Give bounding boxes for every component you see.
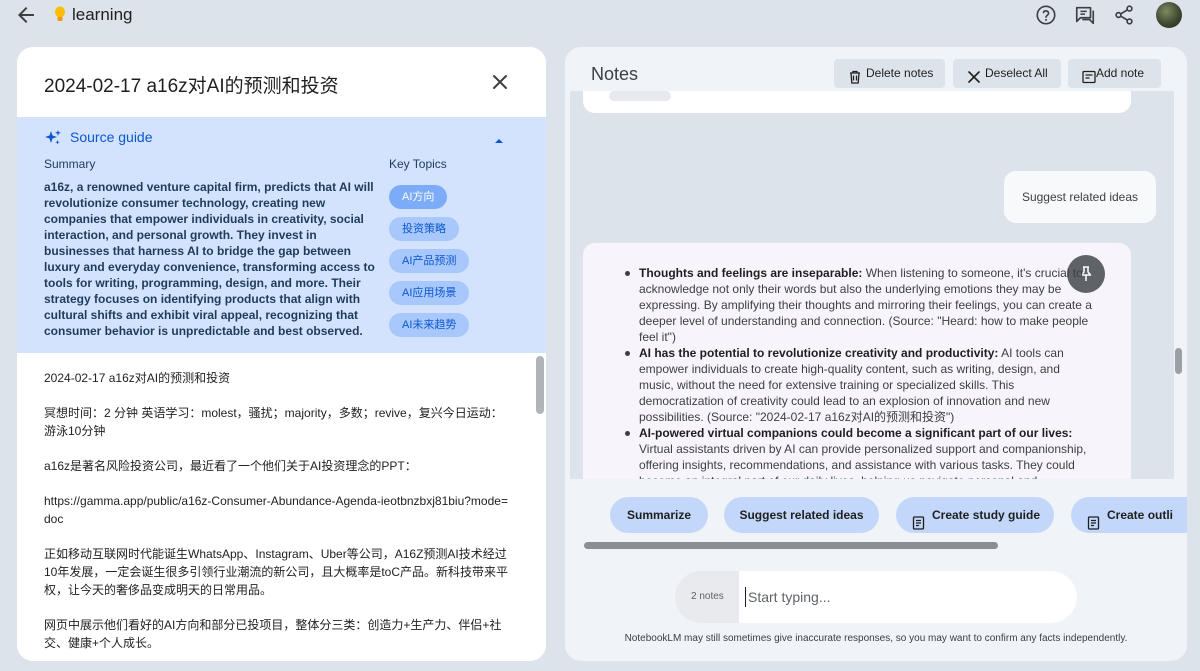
chat-input-bar: 2 notes <box>675 571 1077 623</box>
list-item: Thoughts and feelings are inseparable: W… <box>625 265 1095 345</box>
add-note-button[interactable]: Add note <box>1068 59 1161 88</box>
source-panel: 2024-02-17 a16z对AI的预测和投资 Source guide Su… <box>17 47 546 661</box>
content-paragraph: 冥想时间：2 分钟 英语学习：molest，骚扰；majority，多数；rev… <box>44 406 503 438</box>
scrollbar[interactable] <box>1175 348 1182 374</box>
summary-label: Summary <box>44 157 96 171</box>
sparkle-icon <box>44 129 62 147</box>
scrollbar[interactable] <box>536 356 544 414</box>
help-icon[interactable] <box>1035 4 1057 26</box>
notes-count: 2 notes <box>691 591 724 602</box>
close-icon[interactable] <box>490 72 510 92</box>
source-guide-toggle[interactable]: Source guide <box>70 129 153 145</box>
note-card[interactable] <box>583 91 1131 113</box>
notes-panel: Notes Delete notes Deselect All Add note… <box>565 47 1187 661</box>
source-guide: Source guide Summary a16z, a renowned ve… <box>17 117 546 353</box>
note-card[interactable]: Thoughts and feelings are inseparable: W… <box>583 243 1131 479</box>
lightbulb-icon <box>54 6 66 24</box>
delete-notes-button[interactable]: Delete notes <box>834 59 945 88</box>
suggest-related-bubble[interactable]: Suggest related ideas <box>1004 171 1156 223</box>
topic-chip[interactable]: 投资策略 <box>389 217 459 241</box>
summary-text: a16z, a renowned venture capital firm, p… <box>44 180 375 338</box>
note-bullets: Thoughts and feelings are inseparable: W… <box>625 265 1095 479</box>
notes-title: Notes <box>591 64 639 84</box>
create-outline-button[interactable]: Create outli <box>1071 497 1187 533</box>
chat-input[interactable] <box>745 587 1015 607</box>
add-note-icon <box>1082 66 1096 84</box>
topic-chip[interactable]: AI未来趋势 <box>389 313 470 337</box>
source-title: 2024-02-17 a16z对AI的预测和投资 <box>44 76 339 97</box>
outline-icon <box>1087 508 1101 530</box>
trash-icon <box>848 66 862 84</box>
chat-input-container <box>739 571 1077 623</box>
list-item: AI-powered virtual companions could beco… <box>625 425 1095 479</box>
app-title: learning <box>72 5 133 24</box>
close-icon <box>967 66 981 83</box>
content-paragraph: 网页中展示他们看好的AI方向和部分已投项目，整体分三类：创造力+生产力、伴侣+社… <box>44 618 502 650</box>
topic-chip[interactable]: AI应用场景 <box>389 281 470 305</box>
share-icon[interactable] <box>1113 4 1135 26</box>
back-arrow-icon[interactable] <box>14 3 38 27</box>
key-topics-label: Key Topics <box>389 157 447 171</box>
disclaimer: NotebookLM may still sometimes give inac… <box>624 633 1128 644</box>
notes-list: Suggest related ideas Thoughts and feeli… <box>570 91 1174 479</box>
note-chip <box>609 91 671 101</box>
content-paragraph: 正如移动互联网时代能诞生WhatsApp、Instagram、Uber等公司，A… <box>44 547 509 597</box>
deselect-all-button[interactable]: Deselect All <box>953 59 1061 88</box>
chat-icon[interactable] <box>1074 4 1096 26</box>
chevron-up-icon[interactable] <box>494 132 504 143</box>
horizontal-scrollbar[interactable] <box>584 542 998 549</box>
study-guide-icon <box>912 508 926 530</box>
list-item: AI has the potential to revolutionize cr… <box>625 345 1095 425</box>
suggest-related-ideas-button[interactable]: Suggest related ideas <box>724 497 879 533</box>
avatar[interactable] <box>1156 2 1182 28</box>
source-content: 2024-02-17 a16z对AI的预测和投资 冥想时间：2 分钟 英语学习：… <box>44 369 509 661</box>
content-paragraph: 2024-02-17 a16z对AI的预测和投资 <box>44 371 231 385</box>
topic-chip[interactable]: AI产品预测 <box>389 249 470 273</box>
summarize-button[interactable]: Summarize <box>610 497 708 533</box>
create-study-guide-button[interactable]: Create study guide <box>896 497 1054 533</box>
top-bar: learning <box>0 0 1200 30</box>
topic-chip[interactable]: AI方向 <box>389 185 448 209</box>
content-link[interactable]: https://gamma.app/public/a16z-Consumer-A… <box>44 492 509 528</box>
content-paragraph: a16z是著名风险投资公司，最近看了一个他们关于AI投资理念的PPT： <box>44 459 417 473</box>
